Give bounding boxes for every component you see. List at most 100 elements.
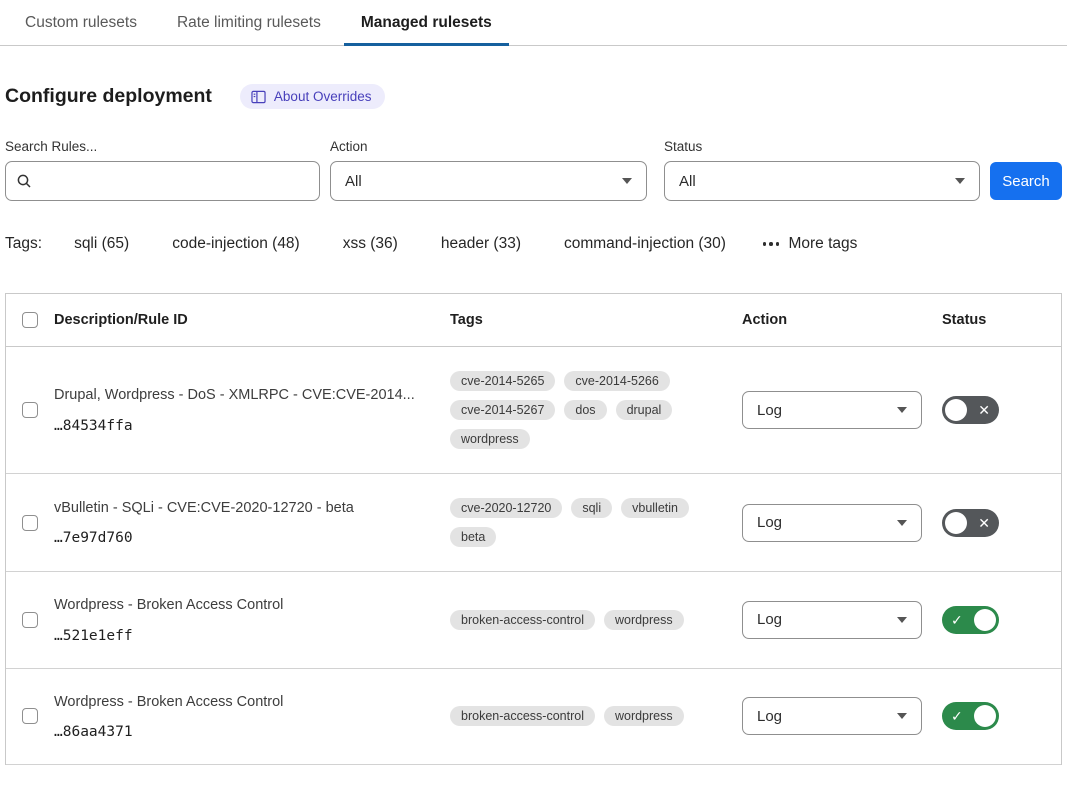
table-row: Wordpress - Broken Access Control …86aa4… xyxy=(6,669,1061,766)
tag-pill: broken-access-control xyxy=(450,706,595,726)
tab[interactable]: Custom rulesets xyxy=(25,0,137,45)
filter-tag-item[interactable]: sqli (65) xyxy=(74,235,129,253)
tag-pill: broken-access-control xyxy=(450,610,595,630)
tag-pill: beta xyxy=(450,527,496,547)
rule-id: …521e1eff xyxy=(54,628,450,644)
rule-id: …86aa4371 xyxy=(54,724,450,740)
table-body: Drupal, Wordpress - DoS - XMLRPC - CVE:C… xyxy=(6,347,1061,765)
tag-pill: drupal xyxy=(616,400,673,420)
toggle-knob xyxy=(974,609,996,631)
tab-label: Rate limiting rulesets xyxy=(177,14,321,32)
action-select-value: Log xyxy=(757,402,782,419)
search-button[interactable]: Search xyxy=(990,162,1062,200)
filters-bar: Search Rules... Action All Status All xyxy=(5,139,1062,201)
search-label: Search Rules... xyxy=(5,139,320,154)
action-filter-label: Action xyxy=(330,139,654,154)
rules-table: Description/Rule ID Tags Action Status D… xyxy=(5,293,1062,765)
column-header-tags: Tags xyxy=(450,312,742,328)
more-tags-button[interactable]: More tags xyxy=(763,235,857,253)
chevron-down-icon xyxy=(897,713,907,719)
chevron-down-icon xyxy=(897,617,907,623)
rule-id: …7e97d760 xyxy=(54,530,450,546)
toggle-knob xyxy=(974,705,996,727)
action-select[interactable]: Log xyxy=(742,601,922,639)
tag-pill: vbulletin xyxy=(621,498,689,518)
table-row: Wordpress - Broken Access Control …521e1… xyxy=(6,572,1061,669)
filter-tag-item[interactable]: xss (36) xyxy=(343,235,398,253)
tag-pills: broken-access-control wordpress xyxy=(450,706,742,726)
search-box[interactable] xyxy=(5,161,320,201)
chevron-down-icon xyxy=(955,178,965,184)
status-toggle[interactable]: ✕ xyxy=(942,396,999,424)
chevron-down-icon xyxy=(897,520,907,526)
filter-tag-item[interactable]: code-injection (48) xyxy=(172,235,300,253)
table-row: Drupal, Wordpress - DoS - XMLRPC - CVE:C… xyxy=(6,347,1061,474)
table-row: vBulletin - SQLi - CVE:CVE-2020-12720 - … xyxy=(6,474,1061,572)
toggle-knob xyxy=(945,512,967,534)
filter-tag-item[interactable]: command-injection (30) xyxy=(564,235,726,253)
status-toggle[interactable]: ✓ xyxy=(942,606,999,634)
tab[interactable]: Rate limiting rulesets xyxy=(177,0,321,45)
action-select-value: Log xyxy=(757,611,782,628)
tag-pill: cve-2014-5266 xyxy=(564,371,669,391)
search-icon xyxy=(16,173,32,189)
action-select[interactable]: Log xyxy=(742,391,922,429)
badge-label: About Overrides xyxy=(274,89,372,104)
ellipsis-icon xyxy=(763,242,780,246)
tag-pill: dos xyxy=(564,400,606,420)
column-header-action: Action xyxy=(742,312,942,328)
tab-bar: Custom rulesets Rate limiting rulesets M… xyxy=(0,0,1067,46)
tag-pills: cve-2014-5265 cve-2014-5266 cve-2014-5267 d… xyxy=(450,371,742,449)
action-select[interactable]: Log xyxy=(742,504,922,542)
row-checkbox[interactable] xyxy=(22,612,38,628)
filter-tag-item[interactable]: header (33) xyxy=(441,235,521,253)
status-toggle[interactable]: ✓ xyxy=(942,702,999,730)
tag-pill: cve-2020-12720 xyxy=(450,498,562,518)
tab-label: Custom rulesets xyxy=(25,14,137,32)
rule-id: …84534ffa xyxy=(54,418,450,434)
tags-bar-label: Tags: xyxy=(5,235,42,253)
tag-pills: broken-access-control wordpress xyxy=(450,610,742,630)
row-checkbox[interactable] xyxy=(22,708,38,724)
action-select[interactable]: Log xyxy=(742,697,922,735)
rule-description: Wordpress - Broken Access Control xyxy=(54,596,450,616)
toggle-state-icon: ✓ xyxy=(951,613,963,627)
tag-pills: cve-2020-12720 sqli vbulletin beta xyxy=(450,498,742,547)
status-filter-select[interactable]: All xyxy=(664,161,980,201)
tag-pill: wordpress xyxy=(604,706,684,726)
tab[interactable]: Managed rulesets xyxy=(361,0,492,45)
tag-pill: wordpress xyxy=(604,610,684,630)
table-header: Description/Rule ID Tags Action Status xyxy=(6,294,1061,347)
status-filter-value: All xyxy=(679,173,696,190)
row-checkbox[interactable] xyxy=(22,515,38,531)
about-overrides-badge[interactable]: About Overrides xyxy=(240,84,386,109)
tag-pill: cve-2014-5265 xyxy=(450,371,555,391)
tag-pill: sqli xyxy=(571,498,612,518)
select-all-checkbox[interactable] xyxy=(22,312,38,328)
tags-bar: Tags: sqli (65) code-injection (48) xss (3… xyxy=(5,235,1062,253)
action-filter-value: All xyxy=(345,173,362,190)
chevron-down-icon xyxy=(622,178,632,184)
column-header-description: Description/Rule ID xyxy=(54,312,450,328)
toggle-state-icon: ✕ xyxy=(978,403,990,417)
tags-bar-items: sqli (65) code-injection (48) xss (36) head… xyxy=(74,235,769,253)
rule-description: Wordpress - Broken Access Control xyxy=(54,693,450,713)
rule-description: Drupal, Wordpress - DoS - XMLRPC - CVE:C… xyxy=(54,386,450,406)
page-title: Configure deployment xyxy=(5,85,212,108)
status-filter-label: Status xyxy=(664,139,980,154)
tag-pill: wordpress xyxy=(450,429,530,449)
toggle-state-icon: ✓ xyxy=(951,709,963,723)
rule-description: vBulletin - SQLi - CVE:CVE-2020-12720 - … xyxy=(54,499,450,519)
status-toggle[interactable]: ✕ xyxy=(942,509,999,537)
toggle-knob xyxy=(945,399,967,421)
tag-pill: cve-2014-5267 xyxy=(450,400,555,420)
book-icon xyxy=(251,90,266,104)
more-tags-label: More tags xyxy=(788,235,857,253)
action-select-value: Log xyxy=(757,514,782,531)
chevron-down-icon xyxy=(897,407,907,413)
column-header-status: Status xyxy=(942,312,1061,328)
action-select-value: Log xyxy=(757,708,782,725)
row-checkbox[interactable] xyxy=(22,402,38,418)
search-input[interactable] xyxy=(40,173,309,190)
action-filter-select[interactable]: All xyxy=(330,161,647,201)
